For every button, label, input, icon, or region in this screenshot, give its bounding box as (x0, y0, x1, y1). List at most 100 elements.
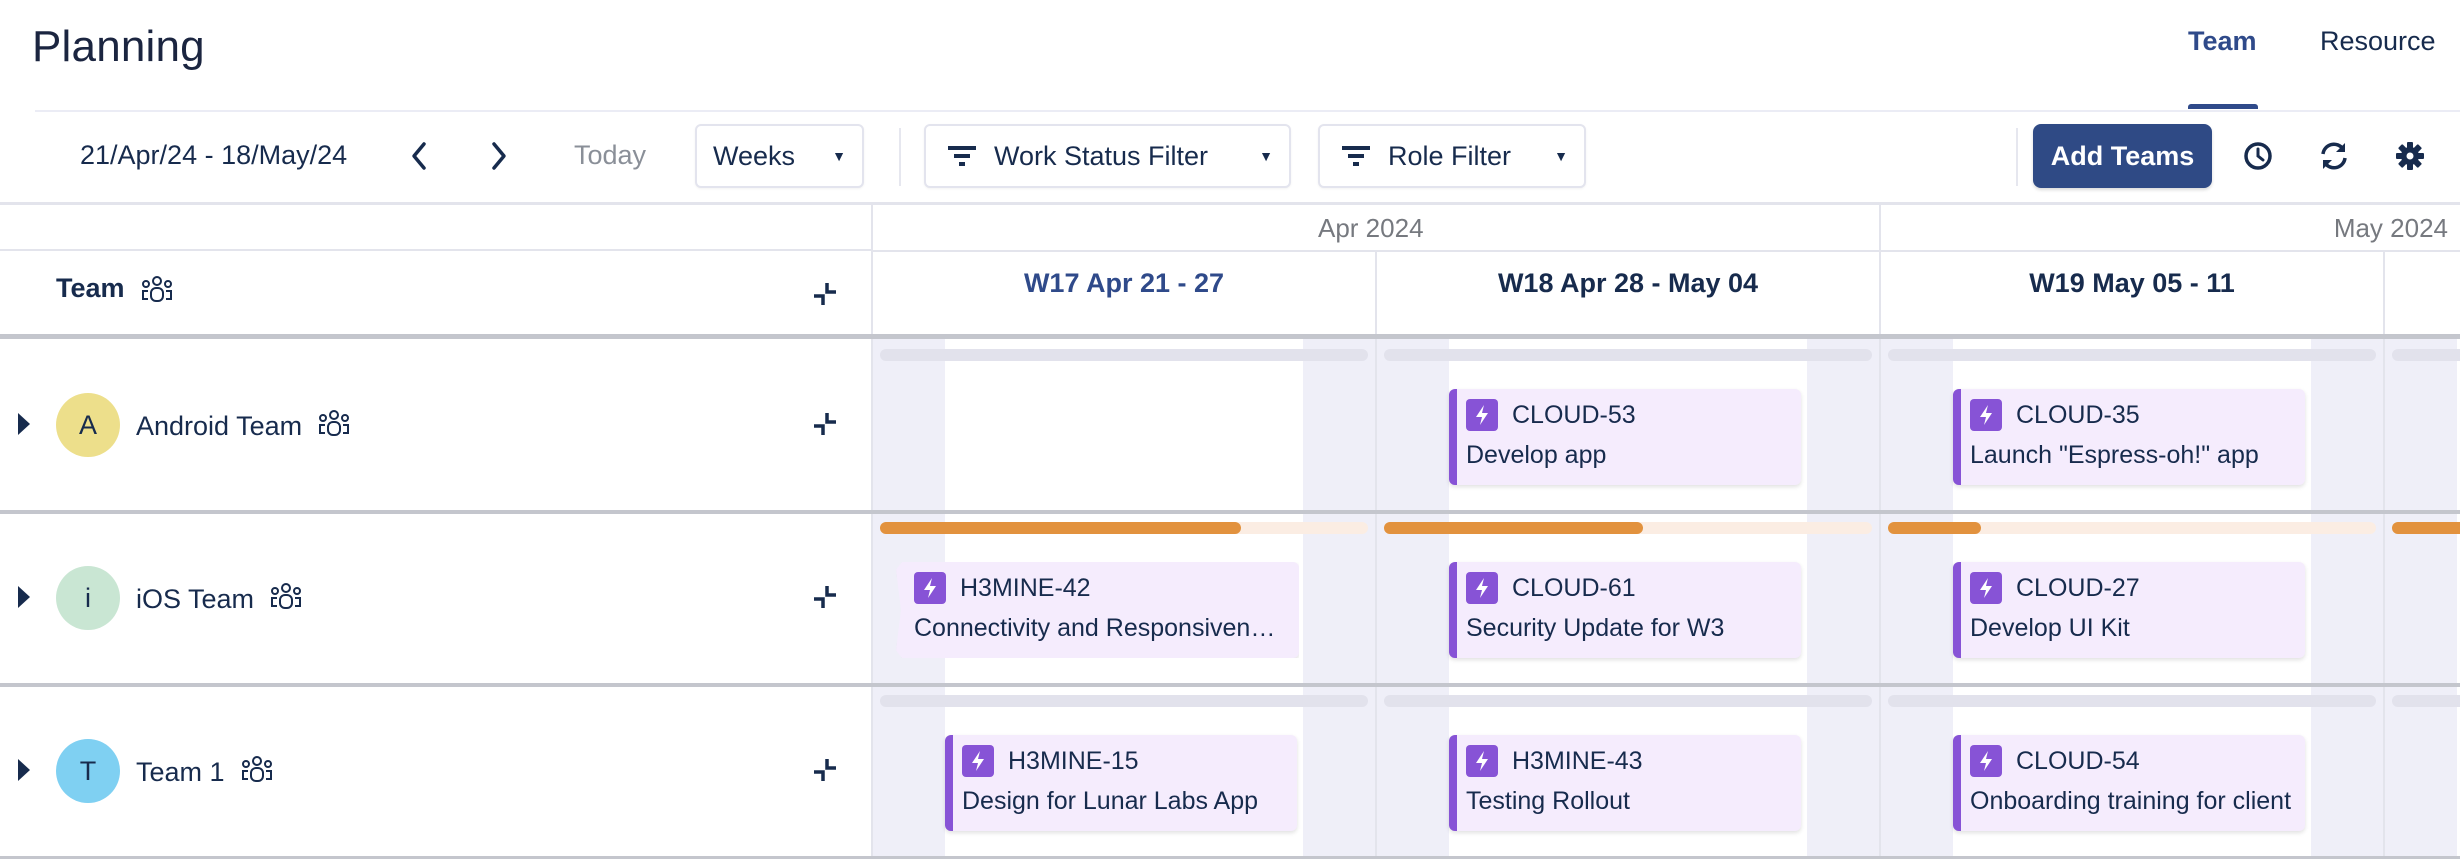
team-icon (239, 755, 275, 790)
weekend-shade (1807, 339, 1879, 512)
task-key-row: CLOUD-27 (1970, 570, 2305, 606)
team-icon (316, 409, 352, 444)
epic-bolt-icon (1970, 745, 2002, 777)
active-tab-indicator (2188, 104, 2258, 109)
weekend-shade (1377, 512, 1449, 685)
team-row: i iOS Team H3MINE-42 Connectivity and Respo… (0, 512, 2460, 685)
task-card[interactable]: H3MINE-43 Testing Rollout (1449, 735, 1801, 831)
weekend-shade (1807, 512, 1879, 685)
task-key: CLOUD-35 (2016, 400, 2140, 429)
filter-icon (948, 144, 976, 168)
collapse-all-button[interactable] (812, 281, 838, 312)
work-status-filter-label: Work Status Filter (994, 140, 1209, 171)
today-button[interactable]: Today (574, 140, 646, 171)
team-row: A Android Team CLOUD-53 Develop app CLOUD-35… (0, 339, 2460, 512)
capacity-fill (1384, 522, 1643, 534)
epic-bolt-icon (1970, 399, 2002, 431)
weekend-shade (2311, 685, 2383, 858)
team-avatar: A (56, 393, 120, 457)
capacity-bar (1384, 695, 1872, 707)
task-title: Develop app (1466, 441, 1607, 469)
capacity-bar (880, 695, 1368, 707)
task-card[interactable]: H3MINE-42 Connectivity and Responsiveness… (896, 562, 1299, 658)
weekend-shade (1881, 685, 1953, 858)
weekend-shade (873, 339, 945, 512)
team-name[interactable]: Team 1 (136, 755, 275, 790)
team-row-header: T Team 1 (0, 685, 872, 858)
expand-arrow-icon[interactable] (18, 413, 30, 435)
collapse-row-button[interactable] (812, 757, 838, 788)
timeline-header: Apr 2024 May 2024 W17 Apr 21 - 27 W18 Ap… (873, 205, 2460, 335)
expand-arrow-icon[interactable] (18, 586, 30, 608)
task-card[interactable]: CLOUD-27 Develop UI Kit (1953, 562, 2305, 658)
week-header-w17: W17 Apr 21 - 27 (873, 252, 1377, 335)
collapse-row-button[interactable] (812, 411, 838, 442)
task-card[interactable]: CLOUD-53 Develop app (1449, 389, 1801, 485)
capacity-bar (1888, 695, 2376, 707)
team-name-label: Team 1 (136, 757, 225, 787)
weekend-shade (2385, 339, 2457, 512)
week-cell (2385, 339, 2460, 512)
task-card[interactable]: CLOUD-35 Launch "Espress-oh!" app (1953, 389, 2305, 485)
tab-team[interactable]: Team (2188, 26, 2258, 109)
caret-down-icon: ▼ (1554, 148, 1568, 164)
tab-resource[interactable]: Resource (2320, 26, 2436, 57)
header-bottom-rule (0, 334, 2460, 339)
week-header-w20 (2385, 252, 2460, 335)
next-period-button[interactable] (477, 134, 521, 178)
caret-down-icon: ▼ (832, 148, 846, 164)
collapse-row-button[interactable] (812, 584, 838, 615)
month-label-may: May 2024 (2333, 213, 2448, 243)
toolbar-divider (2016, 128, 2018, 186)
work-status-filter[interactable]: Work Status Filter ▼ (924, 124, 1291, 188)
filter-icon (1342, 144, 1370, 168)
team-name[interactable]: Android Team (136, 409, 352, 444)
row-divider (0, 510, 2460, 514)
team-row-header: i iOS Team (0, 512, 872, 685)
panel-separator[interactable] (871, 205, 873, 859)
task-key-row: H3MINE-42 (914, 570, 1299, 606)
previous-period-button[interactable] (397, 134, 441, 178)
expand-arrow-icon[interactable] (18, 759, 30, 781)
capacity-bar (1888, 522, 2376, 534)
team-avatar: T (56, 739, 120, 803)
weekend-shade (1303, 685, 1375, 858)
weekend-shade (1807, 685, 1879, 858)
capacity-bar (1384, 349, 1872, 361)
task-key-row: H3MINE-15 (962, 743, 1297, 779)
task-title: Connectivity and Responsiveness... (914, 614, 1299, 642)
task-title: Security Update for W3 (1466, 614, 1725, 642)
week-cell (2385, 685, 2460, 858)
task-key: H3MINE-43 (1512, 746, 1643, 775)
team-column-label: Team (56, 273, 125, 303)
epic-bolt-icon (962, 745, 994, 777)
refresh-button[interactable] (2314, 136, 2354, 176)
team-name-label: Android Team (136, 411, 303, 441)
collapse-icon (814, 283, 836, 305)
month-separator (1879, 205, 1881, 251)
settings-button[interactable] (2390, 136, 2430, 176)
history-button[interactable] (2238, 136, 2278, 176)
capacity-fill (2392, 522, 2460, 534)
task-card[interactable]: CLOUD-61 Security Update for W3 (1449, 562, 1801, 658)
chevron-left-icon (412, 142, 426, 170)
team-name[interactable]: iOS Team (136, 582, 304, 617)
team-row: T Team 1 H3MINE-15 Design for Lunar Labs Ap… (0, 685, 2460, 858)
task-card[interactable]: H3MINE-15 Design for Lunar Labs App (945, 735, 1297, 831)
role-filter[interactable]: Role Filter ▼ (1318, 124, 1586, 188)
add-teams-button[interactable]: Add Teams (2033, 124, 2212, 188)
epic-bolt-icon (1466, 572, 1498, 604)
capacity-fill (880, 522, 1242, 534)
toolbar-divider (899, 128, 901, 186)
capacity-fill (1888, 522, 1981, 534)
view-mode-select[interactable]: Weeks ▼ (695, 124, 864, 188)
task-key-row: H3MINE-43 (1466, 743, 1801, 779)
task-title: Launch "Espress-oh!" app (1970, 441, 2259, 469)
view-mode-value: Weeks (713, 140, 796, 171)
chevron-right-icon (492, 142, 506, 170)
gear-icon (2396, 142, 2424, 170)
task-card[interactable]: CLOUD-54 Onboarding training for client (1953, 735, 2305, 831)
weekend-shade (2385, 685, 2457, 858)
task-title: Onboarding training for client (1970, 787, 2292, 815)
task-key: CLOUD-54 (2016, 746, 2140, 775)
